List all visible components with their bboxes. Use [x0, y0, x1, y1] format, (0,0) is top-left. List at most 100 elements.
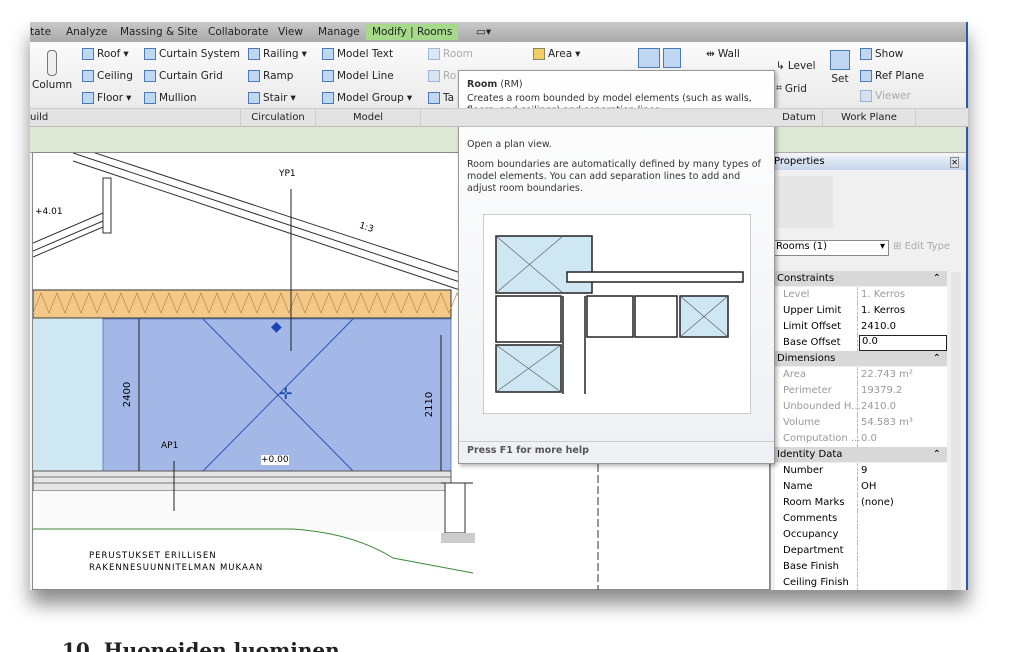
model-line-button[interactable]: Model Line	[322, 70, 394, 82]
dimension-2400[interactable]: 2400	[122, 382, 133, 407]
type-preview-icon	[777, 176, 833, 228]
roof-button[interactable]: Roof ▾	[82, 48, 129, 60]
property-row[interactable]: Area 22.743 m²	[775, 367, 947, 384]
tooltip-floor-plan-image	[483, 214, 751, 414]
railing-button[interactable]: Railing ▾	[248, 48, 307, 60]
property-row[interactable]: Base Finish	[775, 559, 947, 576]
model-line-icon	[322, 70, 334, 82]
area-button[interactable]: Area ▾	[533, 48, 580, 60]
tab-massing-site[interactable]: Massing & Site	[120, 26, 198, 38]
model-group-icon	[322, 92, 334, 104]
property-row[interactable]: Limit Offset 2410.0	[775, 319, 947, 336]
chevron-down-icon: ▾	[879, 241, 885, 252]
properties-palette: Properties ✕ Rooms (1) ▾ ⊞ Edit Type Cons…	[770, 156, 968, 590]
curtain-grid-icon	[144, 70, 156, 82]
level-zero-label: +0.00	[261, 455, 289, 465]
grid-button[interactable]: ⌗ Grid	[776, 82, 807, 95]
note-line-1: PERUSTUKSET ERILLISEN	[89, 551, 217, 561]
property-row[interactable]: Ceiling Finish	[775, 575, 947, 590]
room-button[interactable]: Room	[428, 48, 473, 60]
properties-scrollbar[interactable]	[951, 272, 961, 590]
roof	[32, 146, 474, 292]
column-button[interactable]: Column	[32, 50, 72, 91]
curtain-system-button[interactable]: Curtain System	[144, 48, 240, 60]
property-row[interactable]: Comments	[775, 511, 947, 528]
property-row[interactable]: Upper Limit 1. Kerros	[775, 303, 947, 320]
quick-access-dropdown-icon[interactable]: ▭▾	[476, 26, 491, 38]
viewer-button[interactable]: Viewer	[860, 90, 911, 102]
column-icon	[47, 50, 58, 76]
type-selector-dropdown[interactable]: Rooms (1) ▾	[773, 240, 889, 256]
wall-opening-icon: ⇹	[706, 48, 715, 60]
property-row[interactable]: Volume 54.583 m³	[775, 415, 947, 432]
grid-icon: ⌗	[776, 82, 782, 94]
tab-annotate[interactable]: tate	[30, 26, 51, 38]
property-row[interactable]: Occupancy	[775, 527, 947, 544]
model-group-button[interactable]: Model Group ▾	[322, 92, 412, 104]
room-icon	[428, 48, 440, 60]
property-row[interactable]: Level 1. Kerros	[775, 287, 947, 304]
level-button[interactable]: ↳ Level	[776, 60, 816, 72]
panel-circulation: Circulation	[241, 109, 316, 126]
property-row[interactable]: Perimeter 19379.2	[775, 383, 947, 400]
property-row[interactable]: Computation ... 0.0	[775, 431, 947, 448]
level-top-label: +4.01	[35, 207, 63, 217]
ribbon-panel-labels: uild Circulation Model Datum Work Plane	[30, 108, 968, 127]
property-row[interactable]: Department	[775, 543, 947, 560]
model-text-icon	[322, 48, 334, 60]
tab-manage[interactable]: Manage	[318, 26, 360, 38]
ceiling-button[interactable]: Ceiling	[82, 70, 133, 82]
tab-modify-rooms[interactable]: Modify | Rooms	[366, 24, 459, 40]
tab-view[interactable]: View	[278, 26, 303, 38]
set-work-plane-button[interactable]: Set	[830, 50, 850, 85]
room-separator-icon	[428, 70, 440, 82]
model-text-button[interactable]: Model Text	[322, 48, 393, 60]
properties-title: Properties	[771, 156, 968, 170]
show-button[interactable]: Show	[860, 48, 903, 60]
edit-type-button[interactable]: ⊞ Edit Type	[893, 241, 950, 252]
property-group-header[interactable]: Identity Data ⌃	[775, 447, 947, 462]
room-center-marker-icon[interactable]: ✛	[279, 384, 292, 403]
tab-collaborate[interactable]: Collaborate	[208, 26, 268, 38]
property-row[interactable]: Name OH	[775, 479, 947, 496]
mullion-icon	[144, 92, 156, 104]
ref-plane-button[interactable]: Ref Plane	[860, 70, 924, 82]
ramp-button[interactable]: Ramp	[248, 70, 293, 82]
tooltip-title: Room	[467, 79, 498, 90]
area-icon	[533, 48, 545, 60]
room-tooltip: Room (RM) Creates a room bounded by mode…	[458, 70, 775, 464]
mullion-button[interactable]: Mullion	[144, 92, 197, 104]
close-palette-icon[interactable]: ✕	[950, 157, 959, 168]
property-group-header[interactable]: Constraints ⌃	[775, 271, 947, 286]
wall-opening-button[interactable]: ⇹ Wall	[706, 48, 740, 60]
railing-icon	[248, 48, 260, 60]
dimension-2110[interactable]: 2110	[424, 392, 435, 417]
upper-limit-grip-icon[interactable]: ◆	[271, 319, 282, 335]
property-row[interactable]: Number 9	[775, 463, 947, 480]
panel-model: Model	[316, 109, 421, 126]
floor-icon	[82, 92, 94, 104]
level-icon: ↳	[776, 60, 785, 72]
property-row[interactable]: Base Offset 0.0	[775, 335, 947, 352]
label-yp1: YP1	[279, 169, 296, 179]
room-separator-button[interactable]: Ro	[428, 70, 456, 82]
tag-room-icon	[428, 92, 440, 104]
property-group-header[interactable]: Dimensions ⌃	[775, 351, 947, 366]
panel-datum-label: Datum	[782, 112, 816, 123]
collapse-icon[interactable]: ⌃	[933, 447, 941, 462]
tag-room-button[interactable]: Ta	[428, 92, 454, 104]
panel-datum: Datum	[776, 109, 823, 126]
curtain-system-icon	[144, 48, 156, 60]
property-row[interactable]: Unbounded H... 2410.0	[775, 399, 947, 416]
stair-button[interactable]: Stair ▾	[248, 92, 296, 104]
selected-room[interactable]	[102, 318, 452, 472]
property-row[interactable]: Room Marks (none)	[775, 495, 947, 512]
collapse-icon[interactable]: ⌃	[933, 271, 941, 286]
panel-circulation-label: Circulation	[251, 112, 305, 123]
opening-tools-icon[interactable]	[638, 48, 681, 68]
curtain-grid-button[interactable]: Curtain Grid	[144, 70, 223, 82]
roof-icon	[82, 48, 94, 60]
floor-button[interactable]: Floor ▾	[82, 92, 131, 104]
collapse-icon[interactable]: ⌃	[933, 351, 941, 366]
tab-analyze[interactable]: Analyze	[66, 26, 107, 38]
